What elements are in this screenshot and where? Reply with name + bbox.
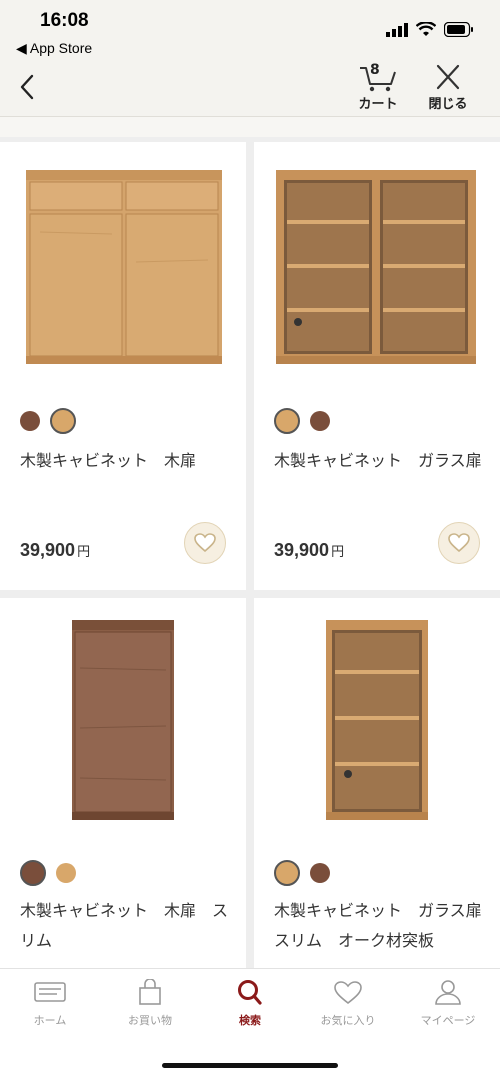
search-icon	[238, 980, 262, 1005]
swatch-walnut[interactable]	[310, 411, 330, 431]
tab-mypage[interactable]: マイページ	[408, 979, 488, 1028]
product-name[interactable]: 木製キャビネット 木扉 スリム	[20, 896, 235, 956]
glass-cabinet-image	[276, 170, 476, 364]
heart-icon	[194, 533, 216, 553]
cart-label: カート	[358, 97, 398, 112]
signal-icon	[386, 22, 408, 37]
tab-search[interactable]: 検索	[210, 979, 290, 1028]
color-swatches	[20, 408, 76, 434]
shopping-bag-icon	[139, 978, 161, 1005]
product-image[interactable]	[254, 142, 500, 372]
swatch-oak[interactable]	[274, 860, 300, 886]
product-name[interactable]: 木製キャビネット ガラス扉 スリム オーク材突板	[274, 896, 498, 956]
favorite-button[interactable]	[438, 522, 480, 564]
nav-bar: 8 カート 閉じる	[0, 60, 500, 117]
status-icons	[386, 22, 474, 37]
product-card[interactable]: 木製キャビネット ガラス扉 スリム オーク材突板	[254, 598, 500, 968]
swatch-walnut[interactable]	[20, 860, 46, 886]
wifi-icon	[416, 22, 436, 36]
content-top-gap	[0, 117, 500, 137]
price-currency: 円	[77, 544, 91, 559]
product-card[interactable]: 木製キャビネット 木扉 スリム	[0, 598, 246, 968]
product-name[interactable]: 木製キャビネット 木扉	[20, 446, 235, 476]
close-label: 閉じる	[428, 97, 468, 112]
product-image[interactable]	[254, 598, 500, 828]
tab-label: マイページ	[420, 1014, 476, 1027]
price-value: 39,900	[274, 540, 330, 560]
tab-label: お買い物	[128, 1014, 172, 1027]
home-indicator[interactable]	[162, 1063, 338, 1068]
person-icon	[435, 980, 461, 1005]
product-price: 39,900 円	[274, 540, 344, 561]
tab-home[interactable]: ホーム	[10, 979, 90, 1028]
color-swatches	[274, 408, 330, 434]
battery-icon	[444, 22, 473, 37]
product-price: 39,900 円	[20, 540, 90, 561]
back-button[interactable]	[14, 70, 44, 104]
tab-shopping[interactable]: お買い物	[110, 978, 190, 1028]
product-card[interactable]: 木製キャビネット 木扉 39,900 円	[0, 142, 246, 590]
status-bar: 16:08 ◀ App Store	[0, 0, 500, 60]
price-value: 39,900	[20, 540, 76, 560]
close-icon	[436, 64, 460, 90]
product-image[interactable]	[0, 598, 246, 828]
tab-label: お気に入り	[320, 1014, 376, 1027]
tab-label: ホーム	[33, 1014, 67, 1027]
cart-button[interactable]: 8 カート	[352, 62, 404, 114]
swatch-oak[interactable]	[50, 408, 76, 434]
swatch-oak[interactable]	[274, 408, 300, 434]
heart-icon	[334, 981, 362, 1005]
product-name[interactable]: 木製キャビネット ガラス扉	[274, 446, 489, 476]
status-time: 16:08	[40, 10, 89, 31]
swatch-walnut[interactable]	[310, 863, 330, 883]
product-image[interactable]	[0, 142, 246, 372]
price-currency: 円	[331, 544, 345, 559]
wood-slim-cabinet-image	[72, 620, 174, 820]
cart-count: 8	[370, 62, 380, 78]
chevron-left-icon	[20, 74, 34, 100]
swatch-walnut[interactable]	[20, 411, 40, 431]
glass-slim-cabinet-image	[326, 620, 428, 820]
color-swatches	[274, 860, 330, 886]
wood-cabinet-image	[26, 170, 222, 364]
tab-favorites[interactable]: お気に入り	[308, 979, 388, 1028]
favorite-button[interactable]	[184, 522, 226, 564]
back-to-app-store-link[interactable]: ◀ App Store	[16, 40, 92, 57]
card-icon	[34, 982, 66, 1002]
heart-icon	[448, 533, 470, 553]
tab-label: 検索	[239, 1014, 261, 1027]
swatch-oak[interactable]	[56, 863, 76, 883]
product-card[interactable]: 木製キャビネット ガラス扉 39,900 円	[254, 142, 500, 590]
close-button[interactable]: 閉じる	[422, 62, 474, 114]
color-swatches	[20, 860, 76, 886]
